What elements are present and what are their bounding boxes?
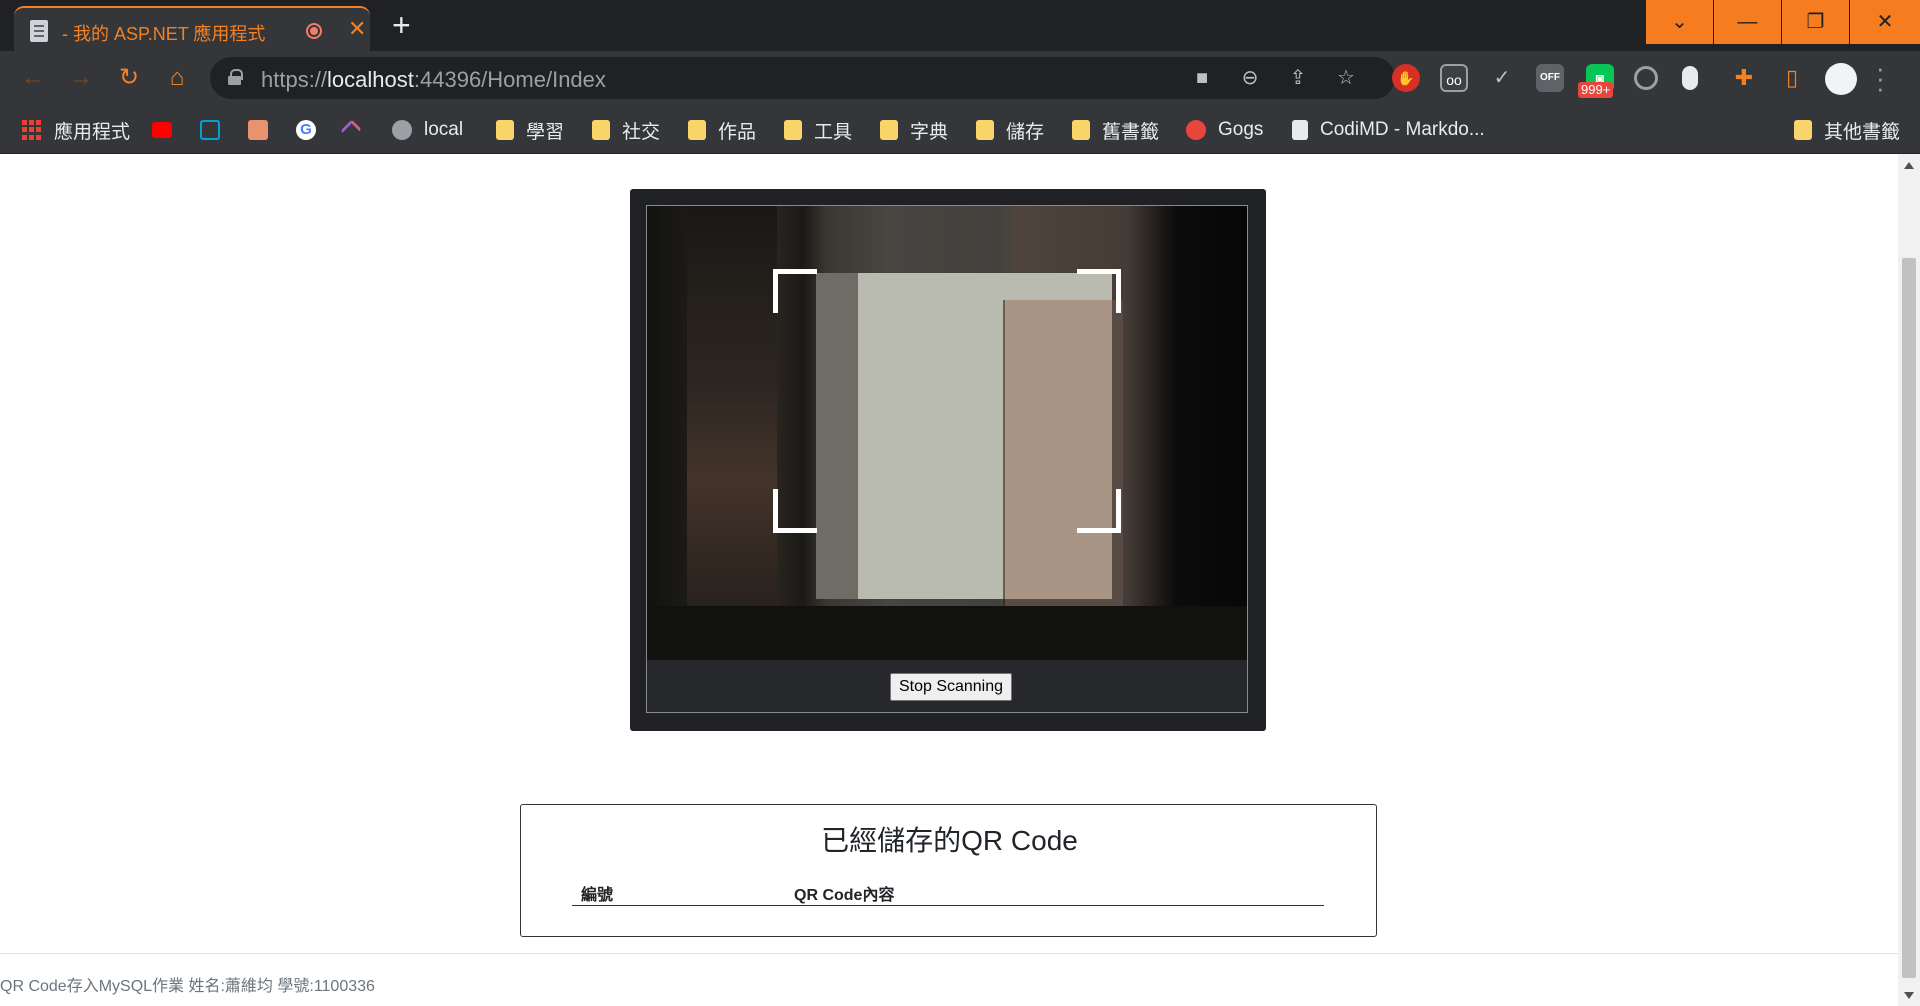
scan-region bbox=[816, 273, 1112, 599]
back-arrow-icon[interactable]: ← bbox=[20, 65, 46, 91]
share-icon[interactable]: ⇪ bbox=[1286, 66, 1310, 90]
saved-qr-codes-title: 已經儲存的QR Code bbox=[821, 825, 1078, 856]
column-header-id: 編號 bbox=[581, 887, 614, 904]
bookmark-folder-tools[interactable]: 工具 bbox=[784, 116, 852, 144]
bookmark-local[interactable]: local bbox=[392, 116, 463, 144]
restore-button[interactable]: ❐ bbox=[1782, 0, 1849, 44]
recording-indicator-icon bbox=[306, 23, 322, 39]
browser-titlebar: - 我的 ASP.NET 應用程式 ✕ + ⌄ — ❐ ✕ bbox=[0, 0, 1920, 51]
footer-text: QR Code存入MySQL作業 姓名:蕭維均 學號:1100336 bbox=[0, 978, 375, 995]
browser-toolbar: ← → ↻ ⌂ https://localhost:44396/Home/Ind… bbox=[0, 51, 1920, 106]
column-header-content: QR Code內容 bbox=[794, 887, 895, 904]
bookmark-folder-old[interactable]: 舊書籤 bbox=[1072, 116, 1159, 144]
saved-qr-codes-panel: 已經儲存的QR Code 編號 QR Code內容 bbox=[520, 804, 1377, 937]
scroll-up-arrow-icon[interactable] bbox=[1904, 162, 1914, 169]
folder-icon bbox=[880, 120, 898, 140]
off-extension-icon[interactable]: OFF bbox=[1536, 64, 1564, 92]
tab-close-icon[interactable]: ✕ bbox=[348, 17, 366, 41]
scroll-down-arrow-icon[interactable] bbox=[1904, 992, 1914, 999]
new-tab-button[interactable]: + bbox=[392, 8, 411, 42]
bookmark-folder-dictionary[interactable]: 字典 bbox=[880, 116, 948, 144]
avatar-bookmark-icon bbox=[248, 120, 268, 140]
bookmark-folder-works[interactable]: 作品 bbox=[688, 116, 756, 144]
google-icon: G bbox=[296, 120, 316, 140]
home-icon[interactable]: ⌂ bbox=[164, 65, 190, 91]
checkmark-extension-icon[interactable]: ✓ bbox=[1488, 64, 1516, 92]
scan-corner-bottom-left bbox=[773, 489, 817, 533]
scrollbar-thumb[interactable] bbox=[1902, 258, 1916, 978]
tab-title: - 我的 ASP.NET 應用程式 bbox=[62, 24, 266, 44]
close-window-button[interactable]: ✕ bbox=[1850, 0, 1920, 44]
table-header-divider bbox=[572, 905, 1324, 906]
folder-icon bbox=[592, 120, 610, 140]
camera-video-feed bbox=[647, 206, 1247, 660]
line-extension-badge: 999+ bbox=[1578, 82, 1614, 98]
bookmark-folder-social[interactable]: 社交 bbox=[592, 116, 660, 144]
qr-scanner-frame: Stop Scanning bbox=[646, 205, 1248, 713]
lock-icon[interactable] bbox=[228, 69, 243, 85]
bookmark-codimd[interactable]: CodiMD - Markdo... bbox=[1292, 116, 1485, 144]
bookmark-purple[interactable] bbox=[340, 116, 370, 144]
stop-scanning-button[interactable]: Stop Scanning bbox=[890, 673, 1012, 701]
folder-icon bbox=[976, 120, 994, 140]
profile-avatar[interactable] bbox=[1825, 63, 1857, 95]
scan-corner-bottom-right bbox=[1077, 489, 1121, 533]
address-bar[interactable]: https://localhost:44396/Home/Index ■ ⊖ ⇪… bbox=[210, 57, 1395, 99]
forward-arrow-icon[interactable]: → bbox=[68, 65, 94, 91]
folder-icon bbox=[496, 120, 514, 140]
bookmark-folder-study[interactable]: 學習 bbox=[496, 116, 564, 144]
qr-scanner-panel: Stop Scanning bbox=[630, 189, 1266, 731]
globe-icon bbox=[392, 120, 412, 140]
bookmark-youtube[interactable] bbox=[152, 116, 184, 144]
page-favicon-icon bbox=[30, 20, 48, 42]
youtube-icon bbox=[152, 122, 172, 138]
scan-corner-top-left bbox=[773, 269, 817, 313]
folder-icon bbox=[688, 120, 706, 140]
browser-menu-icon[interactable]: · · · bbox=[1876, 55, 1885, 101]
url-text[interactable]: https://localhost:44396/Home/Index bbox=[261, 67, 606, 93]
folder-icon bbox=[1072, 120, 1090, 140]
bookmark-apps[interactable]: 應用程式 bbox=[22, 116, 130, 144]
adblock-extension-icon[interactable]: ✋ bbox=[1392, 64, 1420, 92]
bookmark-google[interactable]: G bbox=[296, 116, 328, 144]
circle-extension-icon[interactable] bbox=[1634, 66, 1658, 90]
tampermonkey-extension-icon[interactable]: oo bbox=[1440, 64, 1468, 92]
reload-icon[interactable]: ↻ bbox=[116, 65, 142, 91]
folder-icon bbox=[784, 120, 802, 140]
orange-dot-extension-icon[interactable] bbox=[1682, 66, 1698, 90]
apps-icon bbox=[22, 120, 42, 140]
side-panel-icon[interactable]: ▯ bbox=[1778, 64, 1806, 92]
zoom-icon[interactable]: ⊖ bbox=[1238, 66, 1262, 90]
bookmark-avatar[interactable] bbox=[248, 116, 280, 144]
page-scrollbar[interactable] bbox=[1898, 154, 1920, 1006]
scan-corner-top-right bbox=[1077, 269, 1121, 313]
bookmark-gogs[interactable]: Gogs bbox=[1186, 116, 1263, 144]
purple-bookmark-icon bbox=[340, 119, 362, 141]
tab-search-button[interactable]: ⌄ bbox=[1646, 0, 1713, 44]
extensions-puzzle-icon[interactable]: ✚ bbox=[1730, 64, 1758, 92]
bookmark-star-icon[interactable]: ☆ bbox=[1334, 66, 1358, 90]
minimize-button[interactable]: — bbox=[1714, 0, 1781, 44]
codimd-icon bbox=[1292, 120, 1308, 140]
browser-tab-active[interactable]: - 我的 ASP.NET 應用程式 ✕ bbox=[14, 6, 370, 51]
bookmarks-bar: 應用程式 G local 學習 社交 作品 工具 字典 儲存 舊書籤 Gogs … bbox=[0, 106, 1920, 154]
bookmark-other-folder[interactable]: 其他書籤 bbox=[1794, 116, 1900, 144]
footer-divider bbox=[0, 953, 1898, 954]
gogs-icon bbox=[1186, 120, 1206, 140]
folder-icon bbox=[1794, 120, 1812, 140]
bilibili-icon bbox=[200, 120, 220, 140]
bookmark-bilibili[interactable] bbox=[200, 116, 232, 144]
page-content: Stop Scanning 已經儲存的QR Code 編號 QR Code內容 … bbox=[0, 154, 1898, 1006]
camera-in-use-icon[interactable]: ■ bbox=[1190, 66, 1214, 90]
bookmark-folder-storage[interactable]: 儲存 bbox=[976, 116, 1044, 144]
